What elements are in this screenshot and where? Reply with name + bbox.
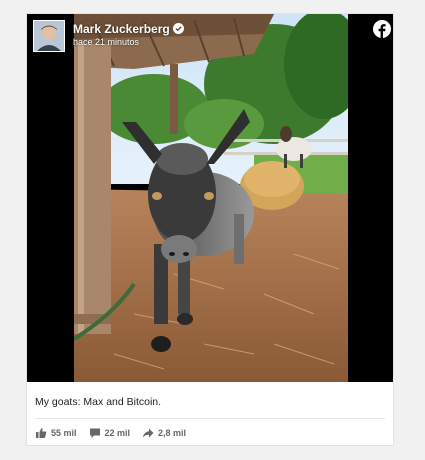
- goat-photo-illustration: [74, 14, 348, 382]
- share-arrow-icon: [142, 428, 154, 438]
- likes-count: 55 mil: [51, 428, 77, 438]
- likes-stat[interactable]: 55 mil: [35, 427, 77, 439]
- divider: [35, 418, 385, 419]
- thumbs-up-icon: [36, 428, 47, 438]
- comments-stat[interactable]: 22 mil: [89, 427, 131, 439]
- author-name-label: Mark Zuckerberg: [73, 22, 170, 36]
- shares-stat[interactable]: 2,8 mil: [142, 427, 186, 439]
- avatar[interactable]: [33, 20, 65, 52]
- post-timestamp[interactable]: hace 21 minutos: [73, 37, 139, 47]
- post-photo[interactable]: Mark Zuckerberg hace 21 minutos: [27, 14, 393, 382]
- comment-icon: [89, 428, 100, 438]
- verified-check-icon: [172, 23, 184, 34]
- embedded-post-card: Mark Zuckerberg hace 21 minutos My goats…: [26, 13, 394, 446]
- post-caption: My goats: Max and Bitcoin.: [35, 396, 162, 408]
- post-header: Mark Zuckerberg hace 21 minutos: [27, 14, 393, 54]
- author-name[interactable]: Mark Zuckerberg: [73, 22, 184, 36]
- shares-count: 2,8 mil: [158, 428, 187, 438]
- comments-count: 22 mil: [104, 428, 131, 438]
- post-stats: 55 mil 22 mil 2,8 mil: [35, 426, 198, 440]
- profile-picture: [34, 21, 64, 51]
- facebook-logo-icon[interactable]: [373, 20, 391, 38]
